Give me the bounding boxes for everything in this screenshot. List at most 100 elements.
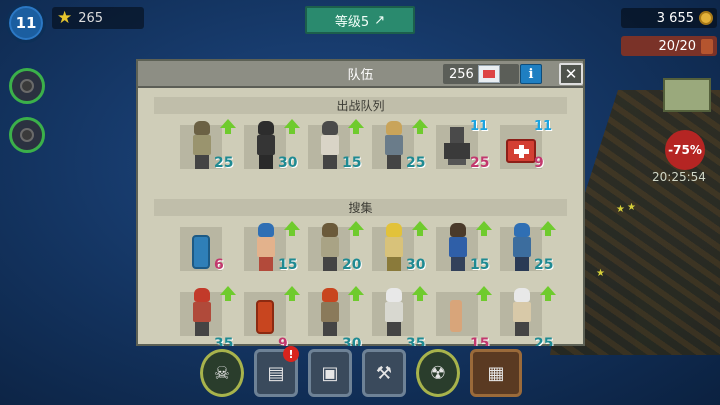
rank-label: 等级5 bbox=[334, 14, 370, 30]
unit-level: 15 bbox=[278, 257, 298, 273]
chest-icon: ▦ bbox=[487, 362, 505, 384]
dialog-title: 队伍 bbox=[347, 68, 374, 83]
soldier-head-icon bbox=[20, 128, 34, 142]
team-dialog: 队伍 256 i ✕ 出战队列 25 30 15 25 11 25 11 9 搜… bbox=[136, 59, 585, 346]
unit-card[interactable]: 15 bbox=[244, 221, 300, 275]
unit-card[interactable]: 35 bbox=[372, 286, 428, 346]
bottom-nav: ☠ ▤ ! ▣ ⚒ ☢ ▦ bbox=[200, 346, 522, 397]
unit-card[interactable]: 15 bbox=[308, 119, 364, 173]
unit-level: 25 bbox=[534, 336, 554, 346]
upgrade-arrow-icon bbox=[412, 221, 428, 236]
unit-card[interactable]: 15 bbox=[436, 221, 492, 275]
upgrade-arrow-icon bbox=[476, 221, 492, 236]
upgrade-arrow-icon bbox=[284, 286, 300, 301]
star-count: 265 bbox=[78, 10, 104, 26]
rank-button[interactable]: 等级5 ↗ bbox=[305, 6, 415, 34]
supply-crate-icon[interactable] bbox=[663, 78, 711, 112]
gather-row: 6 15 20 30 15 25 bbox=[180, 221, 556, 275]
red-helmet-worker-icon bbox=[190, 288, 214, 338]
side-avatar-survivor[interactable] bbox=[9, 68, 45, 104]
unit-card[interactable]: 6 bbox=[180, 221, 236, 275]
upgrade-arrow-icon bbox=[220, 119, 236, 134]
unit-card[interactable]: 30 bbox=[244, 119, 300, 173]
unit-level: 9 bbox=[278, 336, 288, 346]
close-icon: ✕ bbox=[564, 65, 578, 83]
map-star-marker: ★ bbox=[616, 204, 625, 215]
discount-badge[interactable]: -75% bbox=[665, 130, 705, 170]
unit-level: 25 bbox=[534, 257, 554, 273]
coin-amount: 3 655 bbox=[656, 10, 694, 26]
unit-card[interactable]: 35 bbox=[180, 286, 236, 346]
player-level: 11 bbox=[15, 14, 37, 32]
unit-level: 30 bbox=[278, 155, 298, 171]
unit-level: 9 bbox=[534, 155, 544, 171]
nav-team-button[interactable]: ☠ bbox=[200, 349, 244, 397]
upgrade-arrow-icon bbox=[540, 286, 556, 301]
player-level-badge[interactable]: 11 bbox=[6, 3, 46, 43]
unit-card[interactable]: 25 bbox=[372, 119, 428, 173]
survivor-head-icon bbox=[20, 79, 34, 93]
coin-counter[interactable]: 3 655 bbox=[621, 8, 717, 28]
unit-card[interactable]: 15 bbox=[436, 286, 492, 346]
backpacker-icon bbox=[446, 223, 470, 273]
close-button[interactable]: ✕ bbox=[559, 63, 583, 85]
upgrade-arrow-icon bbox=[540, 221, 556, 236]
turret-icon bbox=[444, 127, 472, 165]
discount-label: -75% bbox=[668, 143, 702, 157]
upgrade-arrow-icon bbox=[284, 119, 300, 134]
unit-level: 15 bbox=[470, 336, 490, 346]
rifleman-icon bbox=[190, 121, 214, 171]
unit-card[interactable]: 25 bbox=[500, 221, 556, 275]
energy-counter[interactable]: 20/20 bbox=[621, 36, 717, 56]
unit-card[interactable]: 20 bbox=[308, 221, 364, 275]
hardhat-worker-icon bbox=[382, 223, 406, 273]
unit-level: 6 bbox=[214, 257, 224, 273]
gas-mask-icon: ☢ bbox=[429, 362, 447, 384]
star-icon: ★ bbox=[57, 7, 73, 28]
notification-badge: ! bbox=[283, 346, 299, 362]
star-counter: ★ 265 bbox=[52, 7, 144, 29]
cook-icon bbox=[382, 288, 406, 338]
nav-gas-mask-button[interactable]: ☢ bbox=[416, 349, 460, 397]
unit-level: 25 bbox=[470, 155, 490, 171]
unit-card[interactable]: 30 bbox=[372, 221, 428, 275]
upgrade-arrow-icon bbox=[348, 221, 364, 236]
info-icon: i bbox=[528, 66, 534, 82]
unit-card[interactable]: 25 bbox=[180, 119, 236, 173]
shovel-woman-icon bbox=[382, 121, 406, 171]
upgrade-arrow-icon bbox=[348, 119, 364, 134]
unit-card[interactable]: 25 bbox=[500, 286, 556, 346]
upgrade-arrow-icon bbox=[284, 221, 300, 236]
firefighter-icon bbox=[318, 288, 342, 338]
energy-amount: 20/20 bbox=[658, 38, 696, 54]
unit-level: 35 bbox=[406, 336, 426, 346]
unit-card[interactable]: 9 bbox=[244, 286, 300, 346]
bottle-icon bbox=[450, 300, 462, 332]
capped-scout-icon bbox=[510, 288, 534, 338]
unit-level: 20 bbox=[342, 257, 362, 273]
tools-icon: ⚒ bbox=[375, 362, 393, 384]
unit-level: 15 bbox=[470, 257, 490, 273]
unit-level: 30 bbox=[342, 336, 362, 346]
upgrade-arrow-icon bbox=[220, 286, 236, 301]
radio-icon: ▤ bbox=[267, 362, 285, 384]
team-capacity: 256 bbox=[443, 64, 519, 84]
upgrade-arrow-icon bbox=[412, 286, 428, 301]
water-barrel-icon bbox=[192, 235, 210, 269]
map-star-marker: ★ bbox=[627, 202, 636, 213]
squad-row: 25 30 15 25 11 25 11 9 bbox=[180, 119, 556, 173]
side-avatar-soldier[interactable] bbox=[9, 117, 45, 153]
map-star-marker: ★ bbox=[596, 268, 605, 279]
nav-tools-button[interactable]: ⚒ bbox=[362, 349, 406, 397]
nav-computer-button[interactable]: ▣ bbox=[308, 349, 352, 397]
shovel-man-icon bbox=[254, 223, 278, 273]
nav-chest-button[interactable]: ▦ bbox=[470, 349, 522, 397]
arrow-up-right-icon: ↗ bbox=[374, 12, 386, 28]
upgrade-arrow-icon bbox=[412, 119, 428, 134]
unit-card[interactable]: 11 9 bbox=[500, 119, 556, 173]
gather-row: 35 9 30 35 15 25 bbox=[180, 286, 556, 346]
info-button[interactable]: i bbox=[520, 64, 542, 84]
unit-card[interactable]: 11 25 bbox=[436, 119, 492, 173]
unit-card[interactable]: 30 bbox=[308, 286, 364, 346]
nav-radio-button[interactable]: ▤ ! bbox=[254, 346, 299, 397]
